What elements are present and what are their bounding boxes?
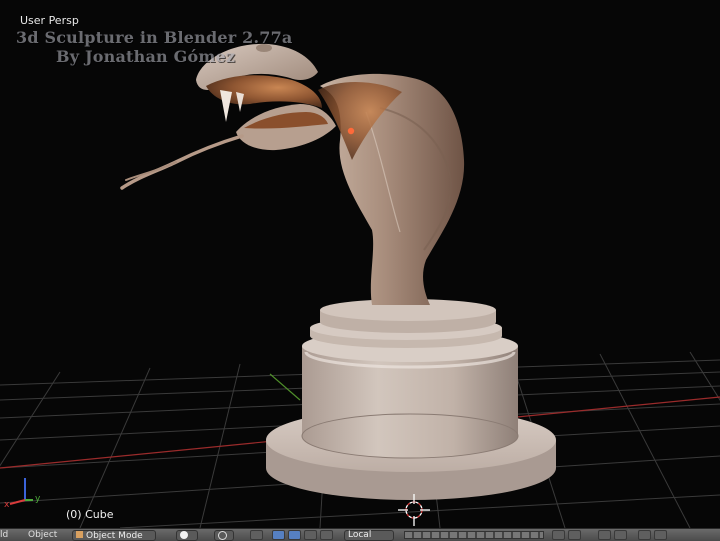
gamepad-icon[interactable] bbox=[638, 530, 651, 540]
snap-icon[interactable] bbox=[568, 530, 581, 540]
object-origin-dot bbox=[347, 127, 355, 135]
render-icon[interactable] bbox=[614, 530, 627, 540]
pedestal bbox=[266, 299, 556, 500]
axis-gizmo: x y bbox=[4, 478, 41, 510]
3d-viewport[interactable]: User Persp 3d Sculpture in Blender 2.77a… bbox=[0, 0, 720, 528]
layers-icon[interactable] bbox=[404, 531, 544, 539]
pivot-point-selector[interactable] bbox=[214, 530, 234, 541]
active-object-label: (0) Cube bbox=[66, 508, 114, 521]
mode-selector[interactable]: Object Mode bbox=[72, 530, 156, 541]
pivot-icon bbox=[218, 531, 227, 540]
view-perspective-label: User Persp bbox=[20, 14, 79, 27]
orientation-label: Local bbox=[348, 530, 372, 540]
cobra-sculpture bbox=[120, 43, 465, 305]
rotate-icon[interactable] bbox=[304, 530, 317, 540]
orientation-selector[interactable]: Local bbox=[344, 530, 394, 541]
y-axis-line bbox=[269, 373, 301, 401]
watermark-author: By Jonathan Gómez bbox=[56, 47, 236, 66]
axis-y-label: y bbox=[35, 494, 41, 504]
object-menu[interactable]: Object bbox=[28, 530, 57, 541]
viewport-shading-selector[interactable] bbox=[176, 530, 198, 541]
object-mode-icon bbox=[76, 531, 83, 538]
scale-icon[interactable] bbox=[320, 530, 333, 540]
lock-icon[interactable] bbox=[552, 530, 565, 540]
menu-left-label[interactable]: ld bbox=[0, 530, 8, 541]
snap-vertex-button[interactable] bbox=[250, 530, 263, 540]
proportional-edit-icon[interactable] bbox=[598, 530, 611, 540]
viewport-scene bbox=[0, 43, 720, 528]
translate-icon[interactable] bbox=[288, 530, 301, 540]
watermark-title: 3d Sculpture in Blender 2.77a bbox=[16, 28, 293, 47]
opengl-render-icon[interactable] bbox=[654, 530, 667, 540]
manipulator-icon[interactable] bbox=[272, 530, 285, 540]
viewport-header: ld Object Object Mode Local bbox=[0, 528, 720, 541]
axis-x-label: x bbox=[4, 500, 10, 510]
shading-sphere-icon bbox=[180, 531, 188, 539]
